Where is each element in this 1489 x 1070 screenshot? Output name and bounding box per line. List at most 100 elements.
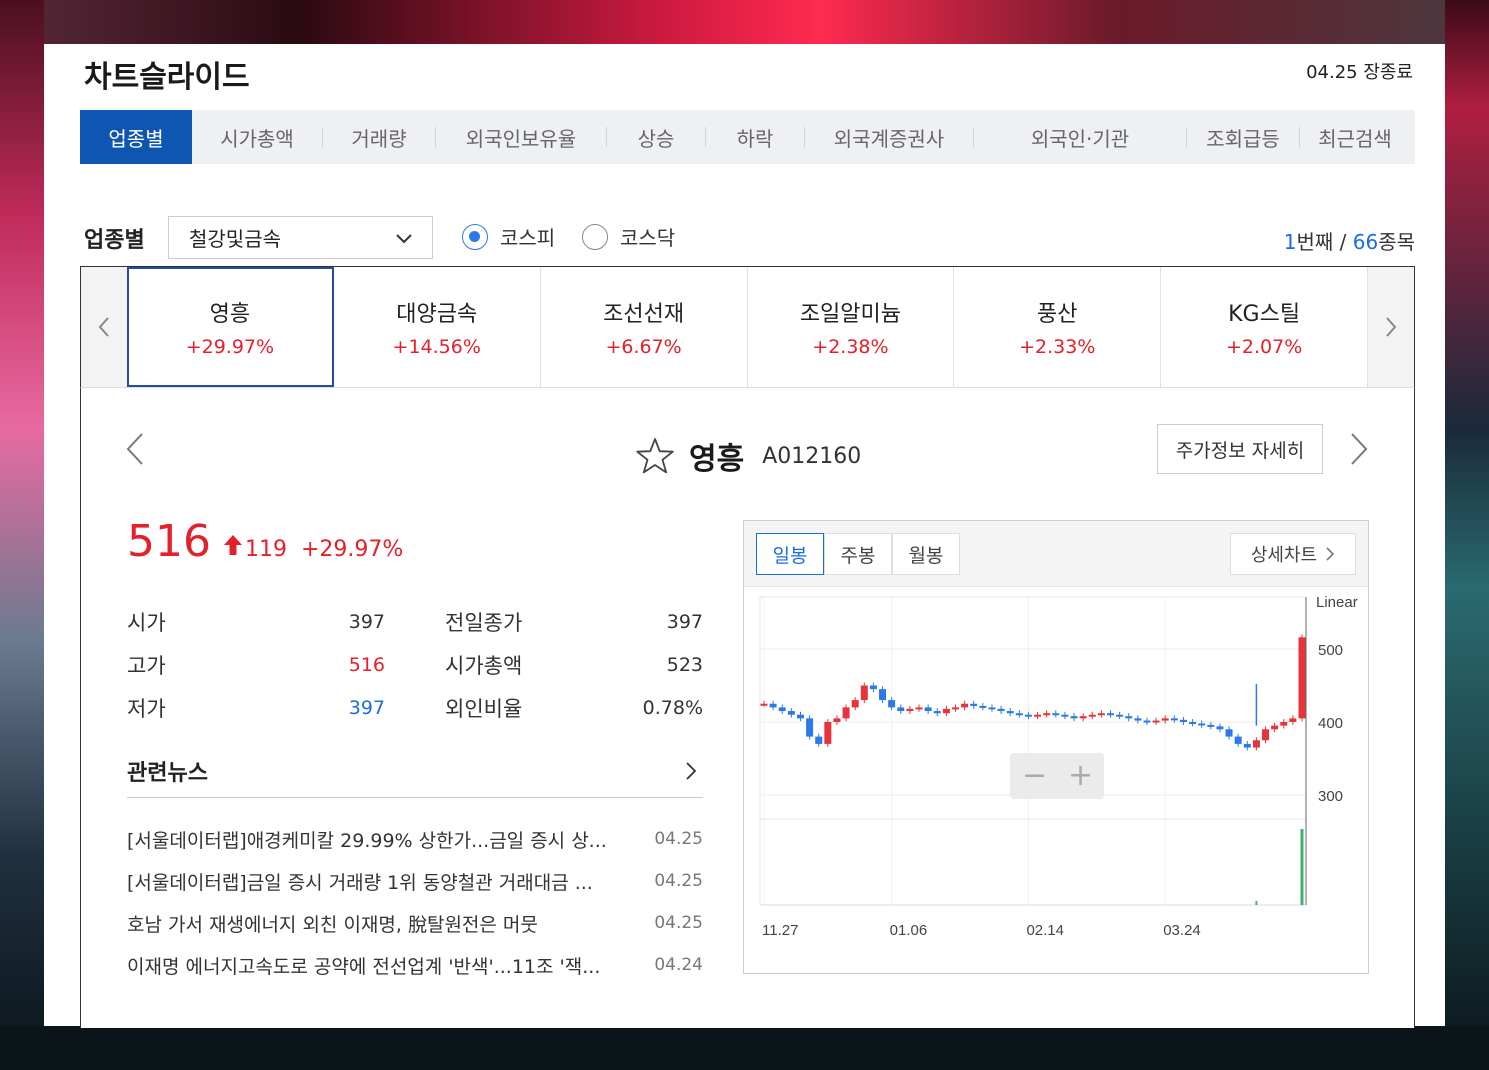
news-list: [서울데이터랩]애경케미칼 29.99% 상한가...금일 증시 상... 04… — [127, 818, 703, 986]
chevron-left-icon — [98, 317, 109, 337]
price-change-value: 119 — [244, 537, 287, 562]
stock-card[interactable]: 영흥 +29.97% — [126, 267, 334, 387]
tab-volume[interactable]: 거래량 — [323, 110, 435, 164]
candle — [1234, 736, 1242, 744]
candle — [988, 707, 996, 710]
chart-plot-area — [759, 596, 1307, 906]
news-title: 관련뉴스 — [127, 760, 208, 786]
tab-market-cap[interactable]: 시가총액 — [192, 110, 322, 164]
full-chart-button[interactable]: 상세차트 — [1230, 533, 1356, 575]
news-item[interactable]: [서울데이터랩]금일 증시 거래량 1위 동양철관 거래대금 ... 04.25 — [127, 860, 703, 902]
news-date: 04.25 — [654, 829, 703, 849]
y-tick-label: 500 — [1318, 642, 1343, 659]
filter-row: 업종별 철강및금속 코스피 코스닥 1번째 / 66종목 — [84, 216, 1415, 259]
price-chart[interactable]: 300 400 500 11.27 01.06 02.14 03.24 Linear − + — [744, 587, 1368, 973]
period-tab-weekly[interactable]: 주봉 — [824, 533, 892, 575]
tab-foreign-holding[interactable]: 외국인보유율 — [436, 110, 606, 164]
radio-button-selected[interactable] — [462, 223, 488, 250]
candle — [924, 707, 932, 712]
radio-kospi-label: 코스피 — [500, 226, 556, 250]
star-icon[interactable] — [635, 437, 675, 475]
carousel-next-button[interactable] — [1368, 267, 1414, 387]
tab-recent-search[interactable]: 최근검색 — [1300, 110, 1410, 164]
radio-kosdaq-label: 코스닥 — [620, 226, 676, 250]
zoom-out-button[interactable]: − — [1022, 758, 1047, 793]
mini-chart: 일봉 주봉 월봉 상세차트 300 400 500 11.27 01.06 02.14 03… — [743, 520, 1369, 974]
sector-select[interactable]: 철강및금속 — [168, 216, 433, 259]
tab-foreign-institution[interactable]: 외국인·기관 — [974, 110, 1186, 164]
stock-card[interactable]: KG스틸 +2.07% — [1161, 267, 1369, 387]
stock-card[interactable]: 대양금속 +14.56% — [334, 267, 541, 387]
period-tab-daily[interactable]: 일봉 — [756, 533, 824, 575]
tab-foreign-brokers[interactable]: 외국계증권사 — [805, 110, 973, 164]
y-tick-label: 400 — [1318, 715, 1343, 732]
related-news: 관련뉴스 [서울데이터랩]애경케미칼 29.99% 상한가...금일 증시 상.… — [127, 744, 703, 986]
candle — [778, 707, 786, 712]
zoom-in-button[interactable]: + — [1068, 758, 1093, 793]
news-date: 04.24 — [654, 955, 703, 975]
stock-code: A012160 — [762, 443, 862, 469]
radio-kosdaq[interactable]: 코스닥 — [582, 222, 675, 251]
current-price: 516 — [127, 516, 211, 567]
tab-view-surge[interactable]: 조회급등 — [1187, 110, 1299, 164]
volume-bar — [1255, 901, 1258, 905]
count-separator: 번째 / — [1296, 230, 1353, 254]
chevron-right-icon[interactable] — [685, 761, 697, 781]
news-headline[interactable]: 이재명 에너지고속도로 공약에 전선업계 '반색'...11조 '잭... — [127, 952, 647, 979]
radio-button[interactable] — [582, 223, 608, 250]
stock-name: 영흥 — [689, 442, 745, 477]
news-header[interactable]: 관련뉴스 — [127, 744, 703, 798]
news-headline[interactable]: [서울데이터랩]애경케미칼 29.99% 상한가...금일 증시 상... — [127, 826, 647, 853]
candle — [1298, 637, 1306, 719]
up-arrow-icon — [223, 535, 242, 555]
news-headline[interactable]: 호남 가서 재생에너지 외친 이재명, 脫탈원전은 머뭇 — [127, 910, 647, 937]
stock-card[interactable]: 풍산 +2.33% — [954, 267, 1162, 387]
candle — [1289, 718, 1297, 722]
news-headline[interactable]: [서울데이터랩]금일 증시 거래량 1위 동양철관 거래대금 ... — [127, 868, 647, 895]
radio-kospi[interactable]: 코스피 — [462, 222, 555, 251]
candle — [1216, 726, 1224, 730]
chart-toolbar: 일봉 주봉 월봉 상세차트 — [744, 521, 1368, 587]
candle — [824, 722, 832, 744]
candle — [806, 718, 814, 737]
count-unit: 종목 — [1378, 230, 1415, 254]
news-item[interactable]: 호남 가서 재생에너지 외친 이재명, 脫탈원전은 머뭇 04.25 — [127, 902, 703, 944]
candle — [1052, 713, 1060, 716]
carousel-prev-button[interactable] — [81, 267, 127, 387]
candle — [1243, 743, 1251, 748]
chevron-down-icon — [396, 234, 412, 244]
candle — [915, 707, 923, 710]
stock-detail-button[interactable]: 주가정보 자세히 — [1157, 424, 1323, 474]
news-date: 04.25 — [654, 913, 703, 933]
candle — [842, 707, 850, 719]
next-stock-arrow-icon[interactable] — [1349, 432, 1369, 466]
x-tick-label: 01.06 — [890, 922, 928, 939]
candle — [1043, 713, 1051, 716]
prev-stock-arrow-icon[interactable] — [125, 432, 145, 466]
candle — [1061, 714, 1069, 717]
candle — [1024, 714, 1032, 717]
candle — [1070, 716, 1078, 719]
info-label: 시가 — [127, 610, 166, 635]
tab-fall[interactable]: 하락 — [706, 110, 804, 164]
news-item[interactable]: [서울데이터랩]애경케미칼 29.99% 상한가...금일 증시 상... 04… — [127, 818, 703, 860]
tab-rise[interactable]: 상승 — [607, 110, 705, 164]
stock-card[interactable]: 조선선재 +6.67% — [541, 267, 748, 387]
candle — [879, 689, 887, 701]
stock-card[interactable]: 조일알미늄 +2.38% — [748, 267, 955, 387]
candle — [888, 700, 896, 708]
candle — [1125, 716, 1133, 719]
y-tick-label: 300 — [1318, 788, 1343, 805]
candle — [979, 705, 987, 708]
page-title: 차트슬라이드 — [84, 60, 250, 95]
tab-sector[interactable]: 업종별 — [80, 110, 192, 164]
price-change: 119 — [223, 534, 287, 562]
candle — [1088, 714, 1096, 717]
candle — [851, 700, 859, 708]
candle — [951, 707, 959, 710]
period-tab-monthly[interactable]: 월봉 — [892, 533, 960, 575]
market-status: 04.25 장종료 — [1306, 62, 1413, 83]
news-item[interactable]: 이재명 에너지고속도로 공약에 전선업계 '반색'...11조 '잭... 04… — [127, 944, 703, 986]
info-value: 397 — [348, 610, 385, 633]
volume-bar — [1300, 829, 1304, 905]
